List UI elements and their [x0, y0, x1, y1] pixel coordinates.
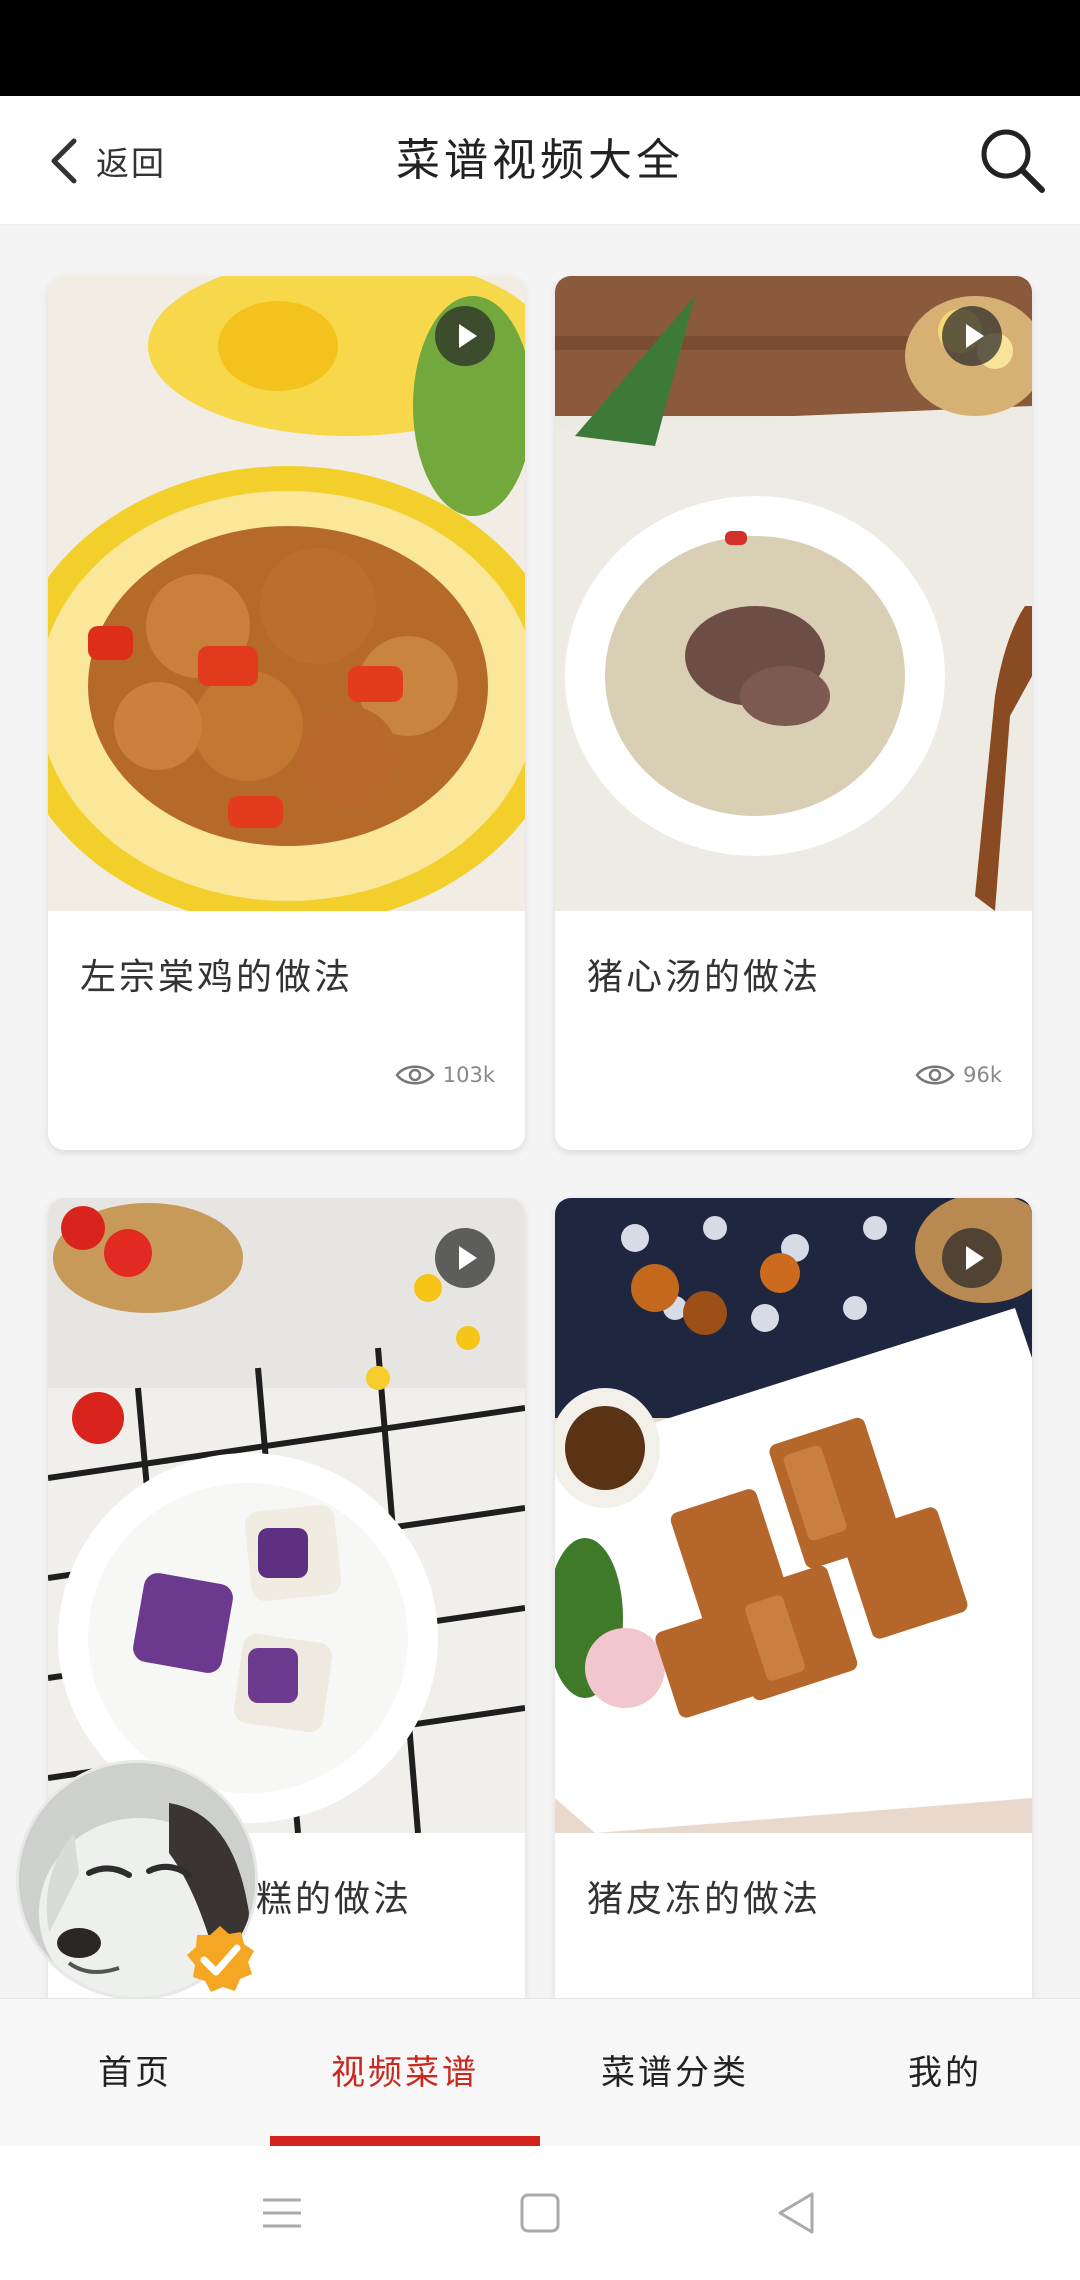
tab-home[interactable]: 首页	[0, 1999, 270, 2147]
recipe-card[interactable]: 猪皮冻的做法	[555, 1198, 1032, 1998]
view-count: 103k	[395, 1062, 495, 1088]
eye-icon	[395, 1065, 435, 1085]
triangle-back-icon[interactable]	[770, 2186, 824, 2240]
chicken-dish-image	[48, 276, 525, 911]
recipe-title: 猪心汤的做法	[587, 957, 822, 998]
system-navigation-bar	[0, 2146, 1080, 2280]
soup-dish-image	[555, 276, 1032, 911]
recipe-title: 左宗棠鸡的做法	[80, 957, 354, 998]
recipe-list[interactable]: 左宗棠鸡的做法 103k 猪心汤的做法 96k 糕的做法 猪皮冻的做法	[0, 228, 1080, 1998]
view-count-value: 103k	[442, 1063, 495, 1087]
tab-mine[interactable]: 我的	[810, 1999, 1080, 2147]
page-title: 菜谱视频大全	[396, 135, 684, 186]
tab-video-recipes[interactable]: 视频菜谱	[270, 1999, 540, 2147]
recipe-title: 猪皮冻的做法	[587, 1879, 822, 1920]
check-badge-icon	[187, 1926, 254, 1992]
play-icon[interactable]	[435, 306, 495, 366]
tab-recipe-categories[interactable]: 菜谱分类	[540, 1999, 810, 2147]
eye-icon	[915, 1065, 955, 1085]
recipe-thumbnail	[48, 276, 525, 911]
view-count-value: 96k	[963, 1063, 1002, 1087]
square-icon[interactable]	[513, 2186, 567, 2240]
recipe-thumbnail	[555, 276, 1032, 911]
recipe-card[interactable]: 左宗棠鸡的做法 103k	[48, 276, 525, 1150]
recipe-thumbnail	[555, 1198, 1032, 1833]
play-icon[interactable]	[435, 1228, 495, 1288]
recipe-card[interactable]: 猪心汤的做法 96k	[555, 276, 1032, 1150]
play-icon[interactable]	[942, 1228, 1002, 1288]
bottom-tab-bar: 首页 视频菜谱 菜谱分类 我的	[0, 1998, 1080, 2147]
nav-bar: 返回 菜谱视频大全	[0, 96, 1080, 226]
menu-icon[interactable]	[255, 2186, 309, 2240]
play-icon[interactable]	[942, 306, 1002, 366]
recipe-thumbnail	[48, 1198, 525, 1833]
recipe-grid: 左宗棠鸡的做法 103k 猪心汤的做法 96k 糕的做法 猪皮冻的做法	[48, 276, 1032, 1998]
cake-dish-image	[48, 1198, 525, 1833]
recipe-title: 糕的做法	[256, 1879, 413, 1920]
status-bar	[0, 0, 1080, 96]
view-count: 96k	[915, 1062, 1002, 1088]
pork-jelly-dish-image	[555, 1198, 1032, 1833]
search-icon[interactable]	[976, 124, 1050, 198]
